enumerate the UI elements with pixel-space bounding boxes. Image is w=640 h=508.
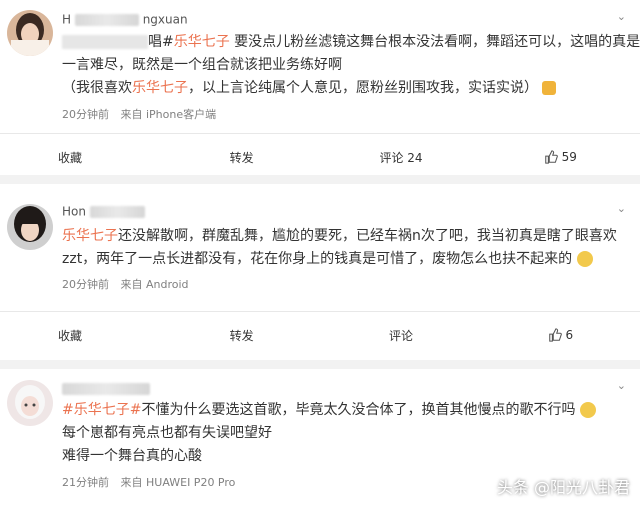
post-text: 乐华七子还没解散啊，群魔乱舞，尴尬的要死，已经车祸n次了吧，我当初真是瞎了眼喜欢… bbox=[62, 228, 617, 267]
action-bar: 收藏 转发 评论 24 59 bbox=[0, 134, 640, 180]
emoji-icon bbox=[576, 251, 593, 267]
thumbs-up-icon bbox=[548, 328, 562, 342]
collect-button[interactable]: 收藏 bbox=[0, 134, 162, 180]
chevron-down-icon[interactable]: ⌄ bbox=[617, 379, 626, 392]
username[interactable] bbox=[62, 381, 150, 395]
praying-emoji-icon bbox=[542, 81, 557, 95]
post-meta: 20分钟前 来自 Android bbox=[62, 276, 197, 292]
post-text: #乐华七子#不懂为什么要选这首歌，毕竟太久没合体了，换首其他慢点的歌不行吗 每个… bbox=[62, 399, 620, 468]
comment-button[interactable]: 评论 bbox=[321, 312, 480, 358]
post-text: 唱#乐华七子 要没点儿粉丝滤镜这舞台根本没法看啊，舞蹈还可以，这唱的真是 一言难… bbox=[62, 34, 640, 96]
comment-button[interactable]: 评论 24 bbox=[321, 134, 480, 180]
post-card: ⌄ #乐华七子#不懂为什么要选这首歌，毕竟太久没合体了，换首其他慢点的歌不行吗 … bbox=[0, 369, 640, 508]
like-button[interactable]: 59 bbox=[481, 134, 640, 180]
topic-link[interactable]: 乐华七子 bbox=[62, 228, 118, 244]
watermark: 头条 @阳光八卦君 bbox=[496, 478, 630, 497]
topic-link[interactable]: 乐华七子 bbox=[132, 80, 188, 96]
chevron-down-icon[interactable]: ⌄ bbox=[617, 10, 626, 23]
post-time: 21分钟前 bbox=[62, 476, 109, 489]
post-source: 来自 Android bbox=[120, 278, 189, 291]
action-bar: 收藏 转发 评论 6 bbox=[0, 312, 640, 358]
post-time: 20分钟前 bbox=[62, 278, 109, 291]
topic-link[interactable]: #乐华七子# bbox=[62, 402, 141, 418]
post-source: 来自 iPhone客户端 bbox=[120, 108, 217, 121]
forward-button[interactable]: 转发 bbox=[162, 134, 321, 180]
post-meta: 21分钟前 来自 HUAWEI P20 Pro bbox=[62, 474, 243, 490]
username-blur bbox=[89, 205, 145, 218]
post-card: Hon ⌄ 乐华七子还没解散啊，群魔乱舞，尴尬的要死，已经车祸n次了吧，我当初真… bbox=[0, 184, 640, 360]
laughing-emoji-icon bbox=[579, 402, 596, 418]
collect-button[interactable]: 收藏 bbox=[0, 312, 162, 358]
username[interactable]: H ngxuan bbox=[62, 12, 188, 27]
chevron-down-icon[interactable]: ⌄ bbox=[617, 202, 626, 215]
post-meta: 20分钟前 来自 iPhone客户端 bbox=[62, 106, 224, 122]
avatar[interactable] bbox=[7, 10, 53, 56]
post-card: H ngxuan ⌄ 唱#乐华七子 要没点儿粉丝滤镜这舞台根本没法看啊，舞蹈还可… bbox=[0, 0, 640, 175]
thumbs-up-icon bbox=[544, 150, 558, 164]
post-time: 20分钟前 bbox=[62, 108, 109, 121]
avatar[interactable] bbox=[7, 380, 53, 426]
like-button[interactable]: 6 bbox=[481, 312, 640, 358]
username-blur bbox=[62, 382, 150, 395]
username[interactable]: Hon bbox=[62, 204, 145, 219]
avatar[interactable] bbox=[7, 204, 53, 250]
post-source: 来自 HUAWEI P20 Pro bbox=[120, 476, 236, 489]
blurred-text bbox=[62, 35, 148, 49]
forward-button[interactable]: 转发 bbox=[162, 312, 321, 358]
username-blur bbox=[74, 13, 139, 26]
topic-link[interactable]: 乐华七子 bbox=[174, 34, 230, 50]
